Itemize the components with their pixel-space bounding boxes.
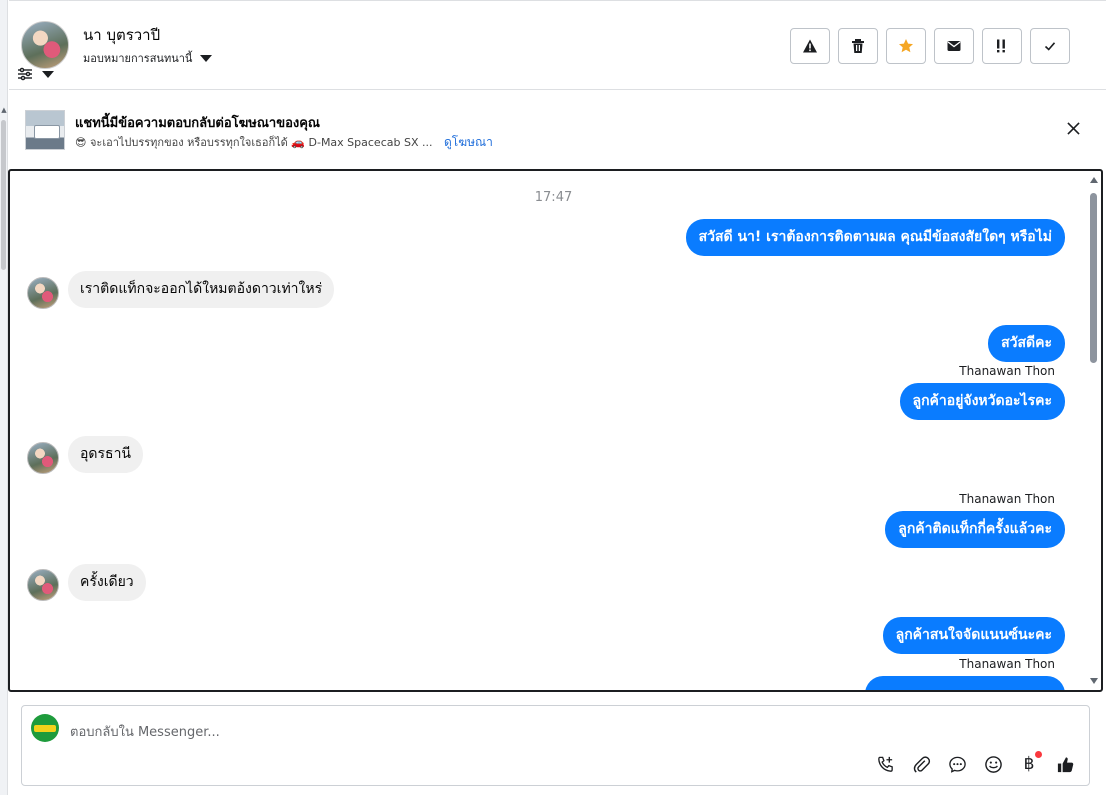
important-icon (997, 39, 1005, 53)
sender-name: Thanawan Thon (959, 492, 1055, 506)
attachment-icon[interactable] (911, 754, 931, 774)
outgoing-message[interactable]: ลูกค้าติดแท็กกี่ครั้งแล้วคะ (885, 511, 1065, 548)
scroll-thumb[interactable] (1090, 193, 1097, 363)
left-scroll-thumb[interactable] (1, 120, 6, 270)
mark-done-button[interactable] (1030, 28, 1070, 64)
notification-dot (1035, 751, 1042, 758)
outgoing-message-partial[interactable] (865, 676, 1065, 690)
left-panel-edge: ▲ (0, 0, 8, 795)
check-icon (1044, 42, 1056, 51)
ad-banner-title: แชทนี้มีข้อความตอบกลับต่อโฆษณาของคุณ (75, 116, 320, 131)
close-icon[interactable] (1067, 121, 1080, 139)
chat-scrollbar[interactable] (1087, 171, 1101, 690)
message-timestamp: 17:47 (534, 190, 573, 205)
incoming-message[interactable]: เราติดแท็กจะออกได้ใหมตอ้งดาวเท่าใหร่ (68, 271, 335, 308)
page-avatar (31, 714, 59, 742)
envelope-icon (947, 41, 961, 51)
sliders-icon[interactable] (17, 67, 33, 81)
contact-avatar-small[interactable] (27, 569, 59, 601)
message-thread[interactable]: 17:47 สวัสดี นา! เราต้องการติดตามผล คุณม… (8, 169, 1103, 692)
outgoing-message[interactable]: ลูกค้าอยู่จังหวัดอะไรคะ (899, 383, 1065, 420)
delete-button[interactable] (838, 28, 878, 64)
outgoing-message[interactable]: ลูกค้าสนใจจัดแนนซ์นะคะ (882, 617, 1065, 654)
ad-thumbnail[interactable] (25, 110, 65, 150)
ad-context-banner: แชทนี้มีข้อความตอบกลับต่อโฆษณาของคุณ 😎 จ… (9, 91, 1106, 169)
trash-icon (852, 39, 864, 53)
sunglasses-emoji-icon: 😎 (75, 136, 87, 149)
mark-unread-button[interactable] (934, 28, 974, 64)
car-emoji-icon: 🚗 (291, 136, 305, 149)
scroll-down-icon[interactable] (1090, 678, 1098, 684)
sender-name: Thanawan Thon (959, 657, 1055, 671)
call-add-icon[interactable] (875, 754, 895, 774)
view-ad-link[interactable]: ดูโฆษณา (444, 135, 493, 149)
incoming-message[interactable]: ครั้งเดียว (68, 564, 146, 601)
ad-car-text: D-Max Spacecab SX ... (308, 136, 433, 149)
contact-avatar[interactable] (21, 21, 69, 69)
outgoing-message[interactable]: สวัสดี นา! เราต้องการติดตามผล คุณมีข้อสง… (685, 219, 1065, 256)
emoji-icon[interactable] (983, 754, 1003, 774)
reply-composer[interactable]: ตอบกลับใน Messenger... ฿ (21, 705, 1090, 786)
header-actions (790, 28, 1070, 64)
report-spam-button[interactable] (790, 28, 830, 64)
outgoing-message[interactable]: สวัสดีคะ (988, 325, 1065, 362)
saved-reply-icon[interactable] (947, 754, 967, 774)
payment-baht-icon[interactable]: ฿ (1019, 751, 1042, 774)
left-scroll-up-icon[interactable]: ▲ (0, 106, 8, 114)
contact-avatar-small[interactable] (27, 442, 59, 474)
caret-down-icon (200, 54, 213, 62)
star-button[interactable] (886, 28, 926, 64)
follow-up-button[interactable] (982, 28, 1022, 64)
contact-avatar-small[interactable] (27, 277, 59, 309)
sender-name: Thanawan Thon (959, 364, 1055, 378)
star-icon (899, 39, 913, 53)
ad-banner-subtitle: 😎 จะเอาไปบรรทุกของ หรือบรรทุกใจเธอก็ได้ … (75, 133, 493, 152)
scroll-up-icon[interactable] (1090, 177, 1098, 183)
conversation-header: นา บุตรวาปี มอบหมายการสนทนานี้ (9, 0, 1106, 90)
assign-conversation-dropdown[interactable]: มอบหมายการสนทนานี้ (83, 49, 213, 67)
incoming-message[interactable]: อุดรธานี (68, 436, 143, 473)
chevron-down-icon[interactable] (42, 71, 54, 78)
warning-triangle-icon (803, 39, 817, 53)
ad-text: จะเอาไปบรรทุกของ หรือบรรทุกใจเธอก็ได้ (89, 136, 288, 149)
reply-input[interactable]: ตอบกลับใน Messenger... (70, 721, 220, 742)
assign-label: มอบหมายการสนทนานี้ (83, 52, 193, 65)
composer-toolbar: ฿ (875, 751, 1075, 774)
thumbs-up-icon[interactable] (1055, 754, 1075, 774)
contact-name: นา บุตรวาปี (83, 26, 161, 44)
